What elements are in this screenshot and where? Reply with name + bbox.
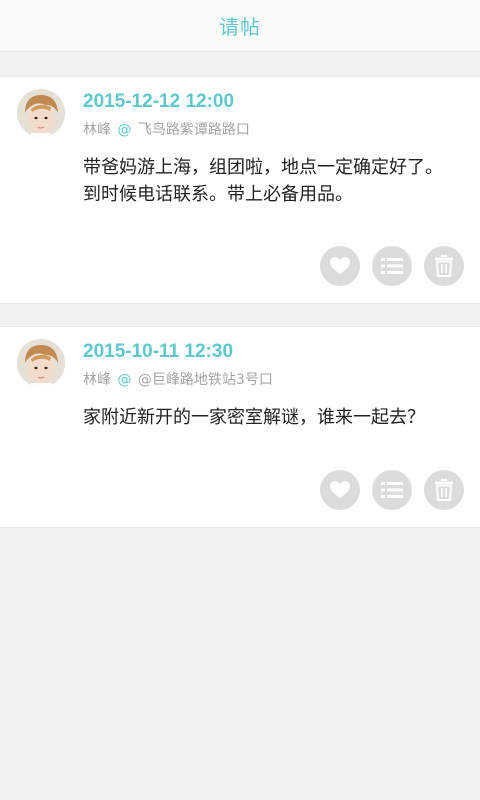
delete-button[interactable] — [424, 470, 464, 510]
heart-icon — [330, 481, 350, 498]
post-text-line: 家附近新开的一家密室解谜，谁来一起去？ — [83, 407, 425, 428]
list-icon — [381, 258, 403, 274]
post-location[interactable]: 飞鸟路紫谭路路口 — [138, 122, 250, 138]
post-meta: 林峰 @ 飞鸟路紫谭路路口 — [83, 119, 250, 139]
post-content: 带爸妈游上海，组团啦，地点一定确定好了。 到时候电话联系。带上必备用品。 — [83, 154, 443, 208]
post-content: 家附近新开的一家密室解谜，谁来一起去？ — [83, 404, 443, 431]
like-button[interactable] — [320, 246, 360, 286]
at-symbol: @ — [117, 122, 132, 138]
author-name[interactable]: 林峰 — [83, 122, 111, 138]
avatar[interactable] — [17, 89, 65, 137]
post-card[interactable]: 2015-10-11 12:30 林峰 @ @巨峰路地铁站3号口 家附近新开的一… — [0, 326, 480, 528]
list-button[interactable] — [372, 246, 412, 286]
post-time: 2015-12-12 12:00 — [83, 91, 235, 112]
post-text-line: 带爸妈游上海，组团啦，地点一定确定好了。 — [83, 157, 443, 178]
post-text-line: 到时候电话联系。带上必备用品。 — [83, 184, 353, 205]
post-meta: 林峰 @ @巨峰路地铁站3号口 — [83, 369, 273, 389]
avatar[interactable] — [17, 339, 65, 387]
heart-icon — [330, 257, 350, 274]
trash-icon — [435, 479, 453, 501]
trash-icon — [435, 255, 453, 277]
page-title: 请帖 — [219, 15, 261, 39]
author-name[interactable]: 林峰 — [83, 372, 111, 388]
list-button[interactable] — [372, 470, 412, 510]
list-icon — [381, 482, 403, 498]
app-header: 请帖 — [0, 0, 480, 52]
like-button[interactable] — [320, 470, 360, 510]
at-symbol: @ — [117, 372, 132, 388]
delete-button[interactable] — [424, 246, 464, 286]
post-time: 2015-10-11 12:30 — [83, 341, 234, 362]
post-actions — [320, 470, 464, 510]
post-card[interactable]: 2015-12-12 12:00 林峰 @ 飞鸟路紫谭路路口 带爸妈游上海，组团… — [0, 76, 480, 304]
post-actions — [320, 246, 464, 286]
post-location[interactable]: @巨峰路地铁站3号口 — [138, 372, 273, 388]
